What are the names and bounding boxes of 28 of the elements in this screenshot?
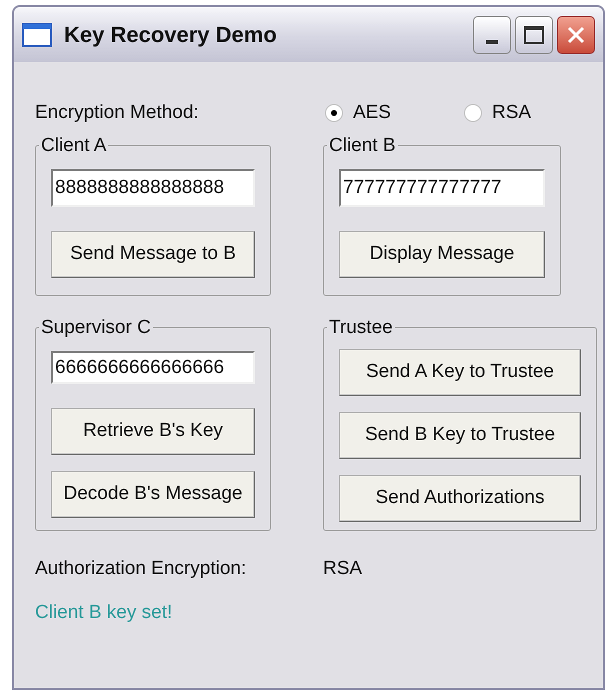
push-button[interactable]: Display Message <box>339 231 545 278</box>
push-button[interactable]: Send B Key to Trustee <box>339 412 581 459</box>
input-field[interactable]: 8888888888888888 <box>51 169 255 207</box>
status-message: Client B key set! <box>35 601 174 625</box>
maximize-button[interactable] <box>515 16 553 54</box>
group-title: Client B <box>328 136 397 155</box>
input-field[interactable]: 6666666666666666 <box>51 351 255 384</box>
input-field[interactable]: 777777777777777 <box>339 169 545 207</box>
encryption-label: Encryption Method: <box>35 100 200 125</box>
group-title: Supervisor C <box>40 318 152 337</box>
push-button[interactable]: Send A Key to Trustee <box>339 349 581 396</box>
group-title: Client A <box>40 136 108 155</box>
push-button[interactable]: Send Message to B <box>51 231 255 278</box>
authorization-label: Authorization Encryption: <box>35 556 248 581</box>
group-title: Trustee <box>328 318 394 337</box>
authorization-value: RSA <box>323 556 362 581</box>
close-icon <box>566 24 586 44</box>
minimize-icon <box>486 40 498 44</box>
window-title: Key Recovery Demo <box>64 21 278 49</box>
push-button[interactable]: Send Authorizations <box>339 475 581 522</box>
close-button[interactable] <box>557 16 595 54</box>
maximize-icon <box>524 26 544 44</box>
radio-option[interactable]: AES <box>324 98 464 128</box>
window-icon <box>22 22 52 46</box>
push-button[interactable]: Decode B's Message <box>51 471 255 518</box>
minimize-button[interactable] <box>473 16 511 54</box>
radio-option[interactable]: RSA <box>464 98 603 128</box>
push-button[interactable]: Retrieve B's Key <box>51 408 255 455</box>
